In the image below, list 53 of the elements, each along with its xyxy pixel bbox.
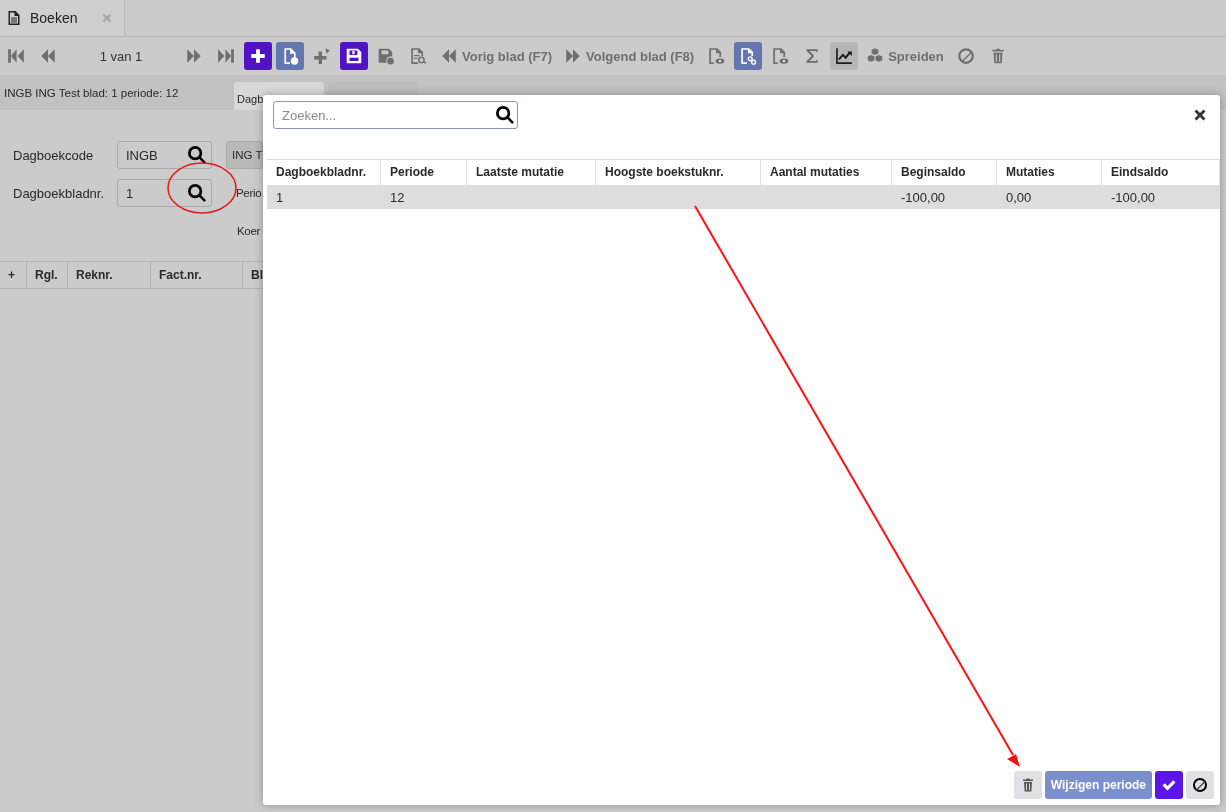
- checkmark-icon: [1161, 777, 1177, 793]
- document-tab[interactable]: Boeken: [0, 0, 125, 36]
- fast-forward-icon: [185, 47, 203, 65]
- cubes-icon: [866, 47, 885, 65]
- rewind-icon: [39, 47, 57, 65]
- record-info: INGB ING Test blad: 1 periode: 12: [3, 86, 180, 99]
- sheet-number-field[interactable]: 1: [117, 179, 212, 207]
- rewind-icon: [440, 47, 458, 65]
- table-cell: 1: [276, 189, 284, 205]
- plus-arrow-icon: [313, 47, 331, 65]
- document-search-icon: [409, 47, 427, 65]
- annotation-circle: [167, 162, 237, 214]
- document-plus-icon: [281, 47, 299, 65]
- search-icon[interactable]: [187, 183, 207, 203]
- page-counter: 1 van 1: [98, 48, 144, 64]
- document-icon: [6, 10, 22, 26]
- close-icon[interactable]: [1192, 107, 1208, 123]
- table-cell: 12: [390, 189, 405, 205]
- ban-icon: [1192, 777, 1208, 793]
- description-field[interactable]: ING T: [226, 141, 263, 169]
- table-cell: 0,00: [1006, 189, 1032, 205]
- toolbar-icon-button[interactable]: [244, 42, 272, 70]
- plus-icon: [249, 47, 267, 65]
- search-icon[interactable]: [495, 105, 515, 125]
- column-header: +: [0, 262, 27, 288]
- column-header: Rgl.: [27, 262, 68, 288]
- field-label: Dagboekcode: [13, 147, 95, 163]
- search-field[interactable]: Zoeken...: [273, 101, 518, 129]
- code-field[interactable]: INGB: [117, 141, 212, 169]
- table-row[interactable]: 1 12 -100,00 0,00 -100,00: [267, 185, 1220, 209]
- ban-icon: [956, 47, 975, 65]
- save-icon: [345, 47, 363, 65]
- cancel-button[interactable]: [1186, 771, 1214, 799]
- document-eye-icon: [707, 47, 726, 65]
- search-icon[interactable]: [187, 145, 207, 165]
- skip-first-icon: [7, 47, 25, 65]
- line-chart-icon: [835, 47, 854, 65]
- field-label: Koer: [237, 225, 261, 237]
- confirm-button[interactable]: [1155, 771, 1183, 799]
- skip-last-icon: [217, 47, 235, 65]
- column-header: Fact.nr.: [151, 262, 243, 288]
- save-plus-icon: [377, 47, 395, 65]
- column-header: Bl: [250, 267, 263, 284]
- document-link-icon: [739, 47, 758, 65]
- toolbar-icon-button[interactable]: [830, 42, 859, 70]
- table-cell: -100,00: [901, 189, 946, 205]
- field-label: Perio: [236, 187, 262, 199]
- table-cell: -100,00: [1111, 189, 1156, 205]
- field-label: Dagboekbladnr.: [13, 185, 106, 201]
- delete-button[interactable]: [1013, 771, 1042, 799]
- toolbar-icon-button[interactable]: [340, 42, 368, 70]
- column-header: Reknr.: [68, 262, 151, 288]
- document-eye-icon: [771, 47, 790, 65]
